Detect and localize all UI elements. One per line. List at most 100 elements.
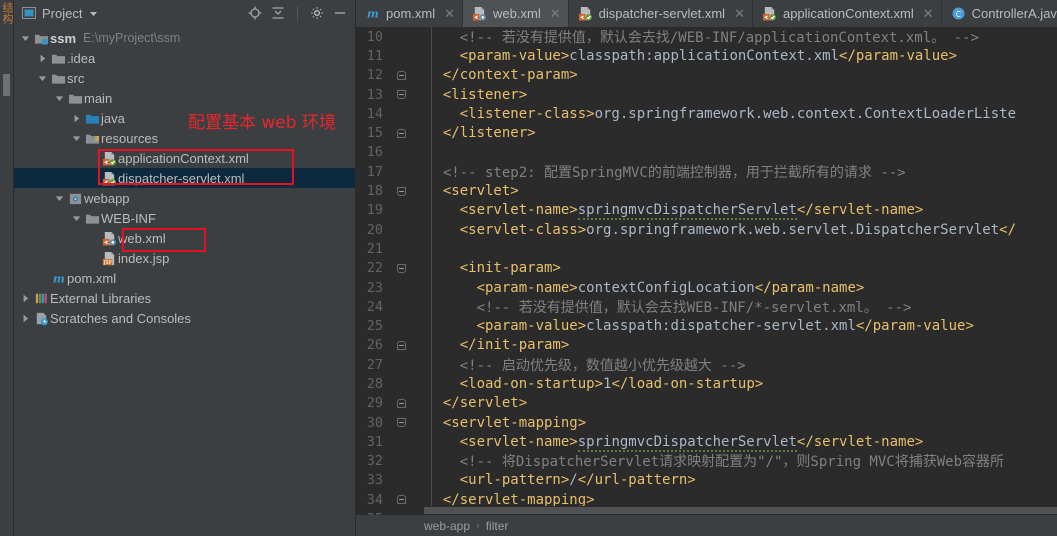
chevron-right-icon[interactable] xyxy=(18,294,32,303)
code-line[interactable]: 32 <!-- 将DispatcherServlet请求映射配置为"/"，则Spr… xyxy=(356,452,1057,471)
fold-marker-icon[interactable] xyxy=(390,66,412,85)
tree-item-index-jsp[interactable]: JSP index.jsp xyxy=(14,248,355,268)
chevron-right-icon[interactable] xyxy=(35,54,49,63)
chevron-down-icon[interactable] xyxy=(69,214,83,223)
web-xml-icon xyxy=(100,231,118,246)
code-line[interactable]: 33 <url-pattern>/</url-pattern> xyxy=(356,471,1057,490)
code-text: </servlet> xyxy=(442,395,528,412)
locate-icon[interactable] xyxy=(248,6,262,20)
gutter-spacer xyxy=(390,432,412,451)
fold-marker-icon[interactable] xyxy=(390,394,412,413)
code-line[interactable]: 14 <listener-class>org.springframework.we… xyxy=(356,104,1057,123)
scrollbar-thumb[interactable] xyxy=(424,507,1057,514)
tree-item-pom-xml[interactable]: m pom.xml xyxy=(14,268,355,288)
code-lines[interactable]: 10 <!-- 若没有提供值，默认会去找/WEB-INF/applicationC… xyxy=(356,27,1057,515)
code-text: <servlet-name>springmvcDispatcherServlet… xyxy=(459,433,924,452)
close-icon[interactable]: ✕ xyxy=(550,6,561,22)
minimize-icon[interactable] xyxy=(333,6,347,20)
horizontal-scrollbar[interactable] xyxy=(424,506,1057,515)
code-line[interactable]: 20 <servlet-class>org.springframework.web… xyxy=(356,220,1057,239)
tree-item-dispatcher-servlet-xml[interactable]: dispatcher-servlet.xml xyxy=(14,168,355,188)
fold-marker-icon[interactable] xyxy=(390,259,412,278)
code-line[interactable]: 26 </init-param> xyxy=(356,336,1057,355)
tree-item-external-libraries[interactable]: External Libraries xyxy=(14,288,355,308)
code-text: <!-- 启动优先级，数值越小优先级越大 --> xyxy=(459,357,746,374)
tree-item-web-xml[interactable]: web.xml xyxy=(14,228,355,248)
chevron-down-icon[interactable] xyxy=(88,8,99,19)
fold-marker-icon[interactable] xyxy=(390,490,412,509)
code-line[interactable]: 27 <!-- 启动优先级，数值越小优先级越大 --> xyxy=(356,355,1057,374)
fold-marker-icon[interactable] xyxy=(390,123,412,142)
editor-tab-dispatcher-servlet-xml[interactable]: dispatcher-servlet.xml ✕ xyxy=(569,0,753,27)
close-icon[interactable]: ✕ xyxy=(734,6,745,22)
fold-marker-icon[interactable] xyxy=(390,181,412,200)
left-tool-strip[interactable]: 结构 xyxy=(0,0,14,536)
fold-marker-icon[interactable] xyxy=(390,85,412,104)
code-line[interactable]: 29 </servlet> xyxy=(356,394,1057,413)
code-line[interactable]: 11 <param-value>classpath:applicationCont… xyxy=(356,46,1057,65)
code-line[interactable]: 25 <param-value>classpath:dispatcher-serv… xyxy=(356,316,1057,335)
gear-icon[interactable] xyxy=(310,6,324,20)
code-line[interactable]: 10 <!-- 若没有提供值，默认会去找/WEB-INF/applicationC… xyxy=(356,27,1057,46)
tree-item-webapp[interactable]: webapp xyxy=(14,188,355,208)
code-line[interactable]: 24 <!-- 若没有提供值，默认会去找WEB-INF/*-servlet.xml… xyxy=(356,297,1057,316)
svg-text:JSP: JSP xyxy=(102,259,111,265)
breadcrumb-item[interactable]: filter xyxy=(486,519,509,533)
tree-item-idea[interactable]: .idea xyxy=(14,48,355,68)
code-line[interactable]: 12 </context-param> xyxy=(356,66,1057,85)
close-icon[interactable]: ✕ xyxy=(923,6,934,22)
code-line[interactable]: 30 <servlet-mapping> xyxy=(356,413,1057,432)
chevron-down-icon[interactable] xyxy=(69,134,83,143)
tree-item-scratches-and-consoles[interactable]: Scratches and Consoles xyxy=(14,308,355,328)
gutter-bar xyxy=(412,85,424,104)
code-line[interactable]: 16 xyxy=(356,143,1057,162)
chevron-right-icon[interactable] xyxy=(18,314,32,323)
editor-tab-applicationcontext-xml[interactable]: applicationContext.xml ✕ xyxy=(753,0,942,27)
breadcrumb-item[interactable]: web-app xyxy=(424,519,470,533)
code-text: </context-param> xyxy=(442,67,578,84)
tree-item-web-inf[interactable]: WEB-INF xyxy=(14,208,355,228)
editor-tab-web-xml[interactable]: web.xml ✕ xyxy=(463,0,569,27)
gutter-bar xyxy=(412,46,424,65)
chevron-down-icon[interactable] xyxy=(35,74,49,83)
code-line[interactable]: 15 </listener> xyxy=(356,123,1057,142)
project-tree[interactable]: ssm E:\myProject\ssm .idea src main java resou… xyxy=(14,26,355,328)
left-strip-handle[interactable] xyxy=(3,74,10,96)
chevron-down-icon[interactable] xyxy=(52,194,66,203)
fold-marker-icon[interactable] xyxy=(390,336,412,355)
code-line[interactable]: 13 <listener> xyxy=(356,85,1057,104)
code-text: <init-param> xyxy=(459,260,561,277)
tree-item-label: WEB-INF xyxy=(101,210,156,226)
code-line[interactable]: 17 <!-- step2: 配置SpringMVC的前端控制器，用于拦截所有的请… xyxy=(356,162,1057,181)
code-text: <servlet-mapping> xyxy=(442,414,587,431)
line-number: 20 xyxy=(366,221,383,238)
code-line[interactable]: 21 xyxy=(356,239,1057,258)
code-line[interactable]: 19 <servlet-name>springmvcDispatcherServl… xyxy=(356,201,1057,221)
editor-tab-controllera-java[interactable]: CControllerA.java✕ xyxy=(942,0,1057,27)
tree-item-main[interactable]: main xyxy=(14,88,355,108)
gutter-spacer xyxy=(390,297,412,316)
code-line[interactable]: 23 <param-name>contextConfigLocation</par… xyxy=(356,278,1057,297)
code-viewport[interactable]: 10 <!-- 若没有提供值，默认会去找/WEB-INF/applicationC… xyxy=(356,27,1057,515)
code-text: <servlet-class>org.springframework.web.s… xyxy=(459,221,1017,238)
tree-item-ssm[interactable]: ssm E:\myProject\ssm xyxy=(14,28,355,48)
code-line[interactable]: 18 <servlet> xyxy=(356,181,1057,200)
editor-tab-pom-xml[interactable]: m pom.xml ✕ xyxy=(356,0,464,27)
chevron-down-icon[interactable] xyxy=(18,34,32,43)
left-strip-label[interactable]: 结构 xyxy=(1,2,13,24)
editor-tab-bar[interactable]: m pom.xml ✕ web.xml ✕ dispatcher-servlet.xml ✕… xyxy=(356,0,1057,27)
editor-area: m pom.xml ✕ web.xml ✕ dispatcher-servlet.xml ✕… xyxy=(356,0,1057,536)
chevron-right-icon[interactable] xyxy=(69,114,83,123)
breadcrumb[interactable]: web-app › filter xyxy=(356,515,1057,536)
code-line[interactable]: 31 <servlet-name>springmvcDispatcherServl… xyxy=(356,432,1057,452)
code-line[interactable]: 28 <load-on-startup>1</load-on-startup> xyxy=(356,374,1057,393)
tree-item-label: pom.xml xyxy=(67,270,117,286)
close-icon[interactable]: ✕ xyxy=(444,6,455,22)
chevron-down-icon[interactable] xyxy=(52,94,66,103)
tree-item-applicationcontext-xml[interactable]: applicationContext.xml xyxy=(14,148,355,168)
code-line[interactable]: 22 <init-param> xyxy=(356,259,1057,278)
collapse-all-icon[interactable] xyxy=(271,6,285,20)
fold-marker-icon[interactable] xyxy=(390,413,412,432)
tree-item-src[interactable]: src xyxy=(14,68,355,88)
scratches-icon xyxy=(32,311,50,326)
